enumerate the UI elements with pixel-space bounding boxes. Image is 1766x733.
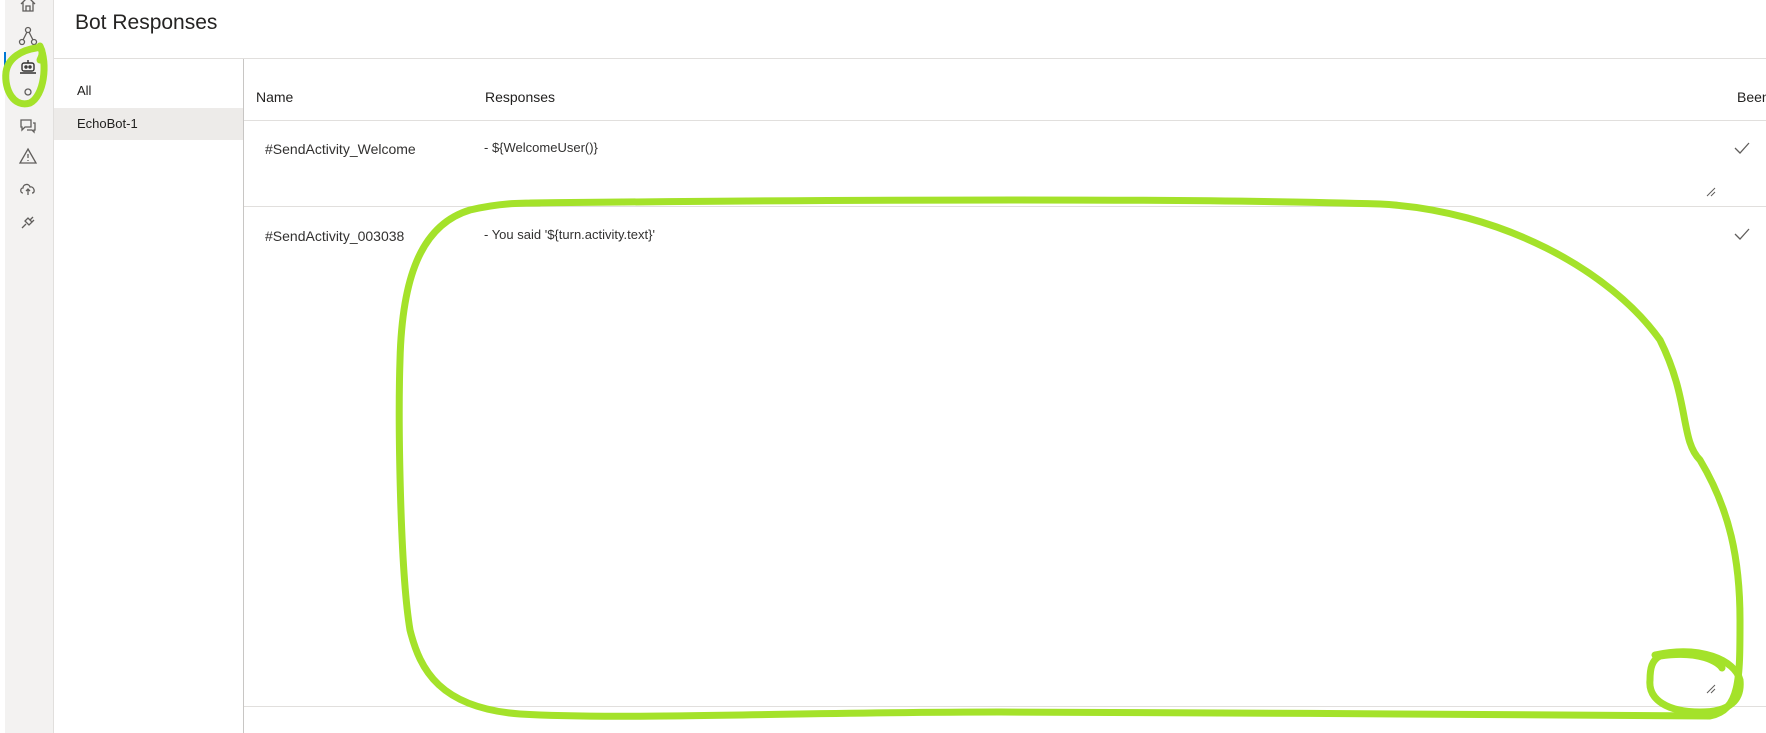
resize-handle-icon[interactable] <box>1706 184 1716 197</box>
row-divider <box>244 706 1766 707</box>
bot-responses-icon[interactable] <box>17 56 39 78</box>
page-header: Bot Responses <box>54 0 1766 59</box>
plug-icon[interactable] <box>17 211 39 233</box>
row-divider <box>244 206 1766 207</box>
response-text: - You said '${turn.activity.text}' <box>484 227 655 242</box>
left-nav-rail <box>0 0 54 733</box>
response-text: - ${WelcomeUser()} <box>484 140 598 155</box>
active-indicator <box>4 52 6 68</box>
user-input-icon[interactable] <box>17 84 39 106</box>
table-row-name[interactable]: #SendActivity_003038 <box>265 228 404 244</box>
column-header-been-used[interactable]: Been used <box>1737 89 1766 105</box>
cloud-upload-icon[interactable] <box>17 178 39 200</box>
rail-edge <box>0 0 5 733</box>
home-icon[interactable] <box>17 0 39 15</box>
column-header-responses[interactable]: Responses <box>485 89 555 105</box>
bot-list-nav: All EchoBot-1 <box>54 59 244 733</box>
response-editor[interactable]: - You said '${turn.activity.text}' <box>474 227 1720 242</box>
page-title: Bot Responses <box>75 11 218 34</box>
response-editor[interactable]: - ${WelcomeUser()} <box>474 140 1720 155</box>
nav-item-all[interactable]: All <box>54 75 243 107</box>
header-divider <box>244 120 1766 121</box>
warning-icon[interactable] <box>17 145 39 167</box>
chat-bubbles-icon[interactable] <box>17 114 39 136</box>
nav-item-echobot[interactable]: EchoBot-1 <box>54 108 243 140</box>
responses-table: Name Responses Been used #SendActivity_W… <box>244 59 1766 733</box>
resize-handle-icon[interactable] <box>1706 681 1716 694</box>
column-header-name[interactable]: Name <box>256 89 293 105</box>
checkmark-icon <box>1732 138 1752 158</box>
bot-flow-icon[interactable] <box>17 25 39 47</box>
checkmark-icon <box>1732 224 1752 244</box>
table-row-name[interactable]: #SendActivity_Welcome <box>265 141 416 157</box>
